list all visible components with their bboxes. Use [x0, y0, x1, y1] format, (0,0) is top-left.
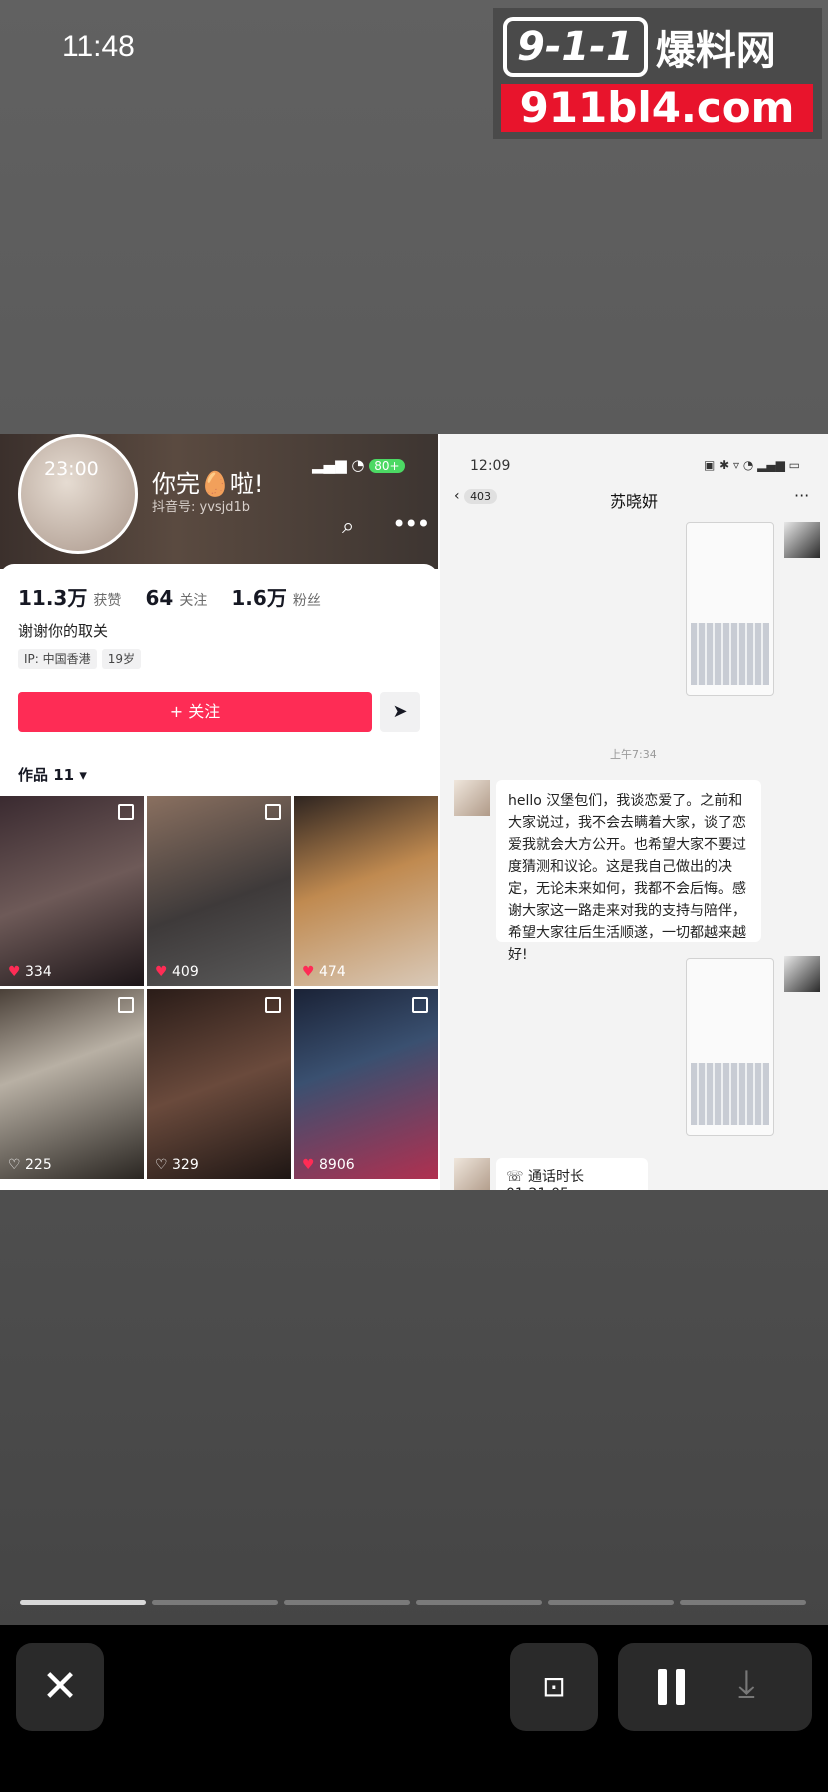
multi-image-icon	[118, 804, 134, 820]
tag-ip: IP: 中国香港	[18, 649, 97, 669]
heart-icon: ♥	[302, 964, 315, 980]
profile-bio: 谢谢你的取关	[18, 622, 109, 640]
progress-segment	[680, 1600, 806, 1605]
profile-header: 23:00 你完🥚啦! 抖音号: yvsjd1b ▂▄▆ ◔ 80+ ⌕ •••	[0, 434, 438, 569]
post-likes: ♡ 329	[155, 1157, 199, 1173]
post-likes: ♥ 409	[155, 964, 199, 980]
works-tab: 作品 11 ▾	[18, 766, 87, 784]
heart-icon: ♥	[302, 1157, 315, 1173]
pause-icon[interactable]	[654, 1669, 690, 1705]
tag-age: 19岁	[101, 649, 142, 669]
pause-bar	[658, 1669, 667, 1705]
post-thumbnail: ♥ 409	[147, 796, 291, 986]
playback-controls: ⤓	[618, 1643, 812, 1731]
call-duration-bubble: ☏ 通话时长 01:21:05	[496, 1158, 648, 1190]
story-viewer: 11:48 9-1-1 爆料网 911bl4.com 23:00 你完🥚啦! 抖…	[0, 0, 828, 1625]
watermark-logo: 9-1-1 爆料网 911bl4.com	[493, 8, 822, 139]
scan-button[interactable]: ⊡	[510, 1643, 598, 1731]
follow-button: + 关注	[18, 692, 372, 732]
chat-back: ‹ 403	[454, 488, 498, 504]
close-icon: ✕	[41, 1661, 79, 1712]
multi-image-icon	[412, 997, 428, 1013]
stat-following-label: 关注	[179, 593, 208, 609]
image-message	[686, 958, 774, 1136]
progress-segment	[416, 1600, 542, 1605]
profile-tags: IP: 中国香港 19岁	[18, 648, 142, 669]
post-likes-count: 8906	[319, 1157, 355, 1173]
multi-image-icon	[265, 997, 281, 1013]
multi-image-icon	[265, 804, 281, 820]
sender-avatar	[784, 956, 820, 992]
download-icon[interactable]: ⤓	[738, 1661, 755, 1706]
stat-followers-value: 1.6万	[231, 586, 287, 610]
story-progress	[20, 1600, 810, 1605]
unread-count-badge: 403	[464, 489, 498, 504]
more-icon: ···	[794, 486, 810, 505]
avatar	[18, 434, 138, 554]
heart-outline-icon: ♡	[155, 1157, 168, 1173]
post-likes-count: 334	[25, 964, 52, 980]
chat-message-bubble: hello 汉堡包们，我谈恋爱了。之前和大家说过，我不会去瞒着大家，谈了恋爱我就…	[496, 780, 761, 963]
heart-icon: ♥	[8, 964, 21, 980]
post-thumbnail: ♥ 334	[0, 796, 144, 986]
status-time: 11:48	[62, 30, 135, 63]
post-likes-count: 409	[172, 964, 199, 980]
profile-name: 你完🥚啦!	[152, 470, 264, 498]
heart-outline-icon: ♡	[8, 1157, 21, 1173]
chat-screenshot: 12:09 ▣ ✱ ▿ ◔ ▂▄▆ ▭ ‹ 403 苏晓妍 ··· 上午7:34…	[440, 434, 828, 1190]
keyboard-image	[691, 623, 769, 685]
watermark-box-text: 9-1-1	[503, 17, 648, 77]
stat-likes-label: 获赞	[93, 593, 122, 609]
heart-icon: ♥	[155, 964, 168, 980]
profile-screenshot: 23:00 你完🥚啦! 抖音号: yvsjd1b ▂▄▆ ◔ 80+ ⌕ •••…	[0, 434, 438, 1190]
post-likes: ♥ 474	[302, 964, 346, 980]
keyboard-image	[691, 1063, 769, 1125]
bottom-toolbar: ✕ ⊡ ⤓	[0, 1625, 828, 1792]
post-thumbnail: ♡ 329	[147, 989, 291, 1179]
profile-stats: 11.3万 获赞 64 关注 1.6万 粉丝	[18, 582, 339, 611]
close-button[interactable]: ✕	[16, 1643, 104, 1731]
receiver-avatar	[454, 1158, 490, 1190]
phone-status-icons: ▂▄▆ ◔ 80+	[312, 456, 405, 474]
search-icon: ⌕	[342, 514, 355, 539]
watermark-title: 爆料网	[655, 28, 776, 74]
post-thumbnail: ♥ 474	[294, 796, 438, 986]
chat-status-time: 12:09	[470, 458, 511, 474]
multi-image-icon	[118, 997, 134, 1013]
chat-contact-name: 苏晓妍	[610, 492, 659, 511]
progress-segment	[284, 1600, 410, 1605]
signal-wifi-icon: ▂▄▆ ◔	[312, 456, 365, 474]
share-icon: ➤	[380, 692, 420, 732]
post-likes: ♥ 334	[8, 964, 52, 980]
post-grid: ♥ 334 ♥ 409 ♥ 474 ♡ 225 ♡ 329 ♥ 8906	[0, 796, 438, 1190]
post-likes: ♡ 225	[8, 1157, 52, 1173]
watermark-url: 911bl4.com	[501, 84, 813, 132]
stat-followers-label: 粉丝	[292, 593, 321, 609]
progress-segment	[548, 1600, 674, 1605]
profile-id: 抖音号: yvsjd1b	[152, 500, 251, 515]
post-thumbnail: ♥ 8906	[294, 989, 438, 1179]
chat-timestamp: 上午7:34	[610, 748, 657, 761]
watermark-top: 9-1-1 爆料网	[503, 16, 812, 78]
image-message	[686, 522, 774, 696]
chat-status-icons: ▣ ✱ ▿ ◔ ▂▄▆ ▭	[704, 458, 800, 472]
receiver-avatar	[454, 780, 490, 816]
post-likes-count: 329	[172, 1157, 199, 1173]
avatar-time: 23:00	[44, 458, 99, 480]
progress-segment	[20, 1600, 146, 1605]
sender-avatar	[784, 522, 820, 558]
pause-bar	[676, 1669, 685, 1705]
post-likes-count: 225	[25, 1157, 52, 1173]
more-icon: •••	[392, 510, 430, 538]
stat-likes-value: 11.3万	[18, 586, 88, 610]
scan-icon: ⊡	[542, 1670, 566, 1703]
battery-badge: 80+	[369, 459, 405, 473]
post-likes: ♥ 8906	[302, 1157, 355, 1173]
post-thumbnail: ♡ 225	[0, 989, 144, 1179]
post-likes-count: 474	[319, 964, 346, 980]
chevron-left-icon: ‹	[454, 488, 460, 504]
image-collage: 23:00 你完🥚啦! 抖音号: yvsjd1b ▂▄▆ ◔ 80+ ⌕ •••…	[0, 434, 828, 1190]
progress-segment	[152, 1600, 278, 1605]
stat-following-value: 64	[145, 586, 174, 610]
